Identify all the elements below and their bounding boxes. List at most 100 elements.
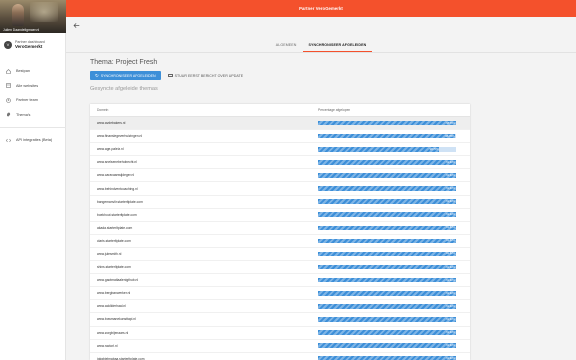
domain-cell: www.behindventcoaching.nl [97, 186, 138, 191]
person-icon [6, 97, 11, 103]
profile-photo[interactable]: Julien Daandeligmaer.nl [0, 0, 66, 33]
section-title: Gesyncte afgeleide themas [90, 86, 158, 92]
progress-label: 91.32% [446, 331, 455, 335]
table-row[interactable]: shins.starterltplate.com 91.32% [90, 261, 470, 275]
progress-bar: 91.32% [318, 264, 456, 270]
domain-cell: claris.starterltplate.com [97, 238, 131, 243]
domain-cell: www.avdebakers.nl [97, 121, 126, 126]
tab-algemeen[interactable]: ALGEMEEN [270, 40, 303, 52]
progress-bar: 91.32% [318, 238, 456, 244]
progress-bar: 91.32% [318, 173, 456, 178]
column-header-domain: Domein [97, 108, 109, 112]
palette-icon [6, 112, 11, 117]
progress-bar: 98.76% [318, 146, 456, 152]
table-row[interactable]: claris.starterltplate.com 91.32% [90, 235, 470, 248]
domain-cell: www.gaotmatlaalenigthub.nl [97, 278, 139, 283]
sidebar-item-label: Bestpan [16, 69, 30, 74]
table-row[interactable]: igkgbjelmabaa.starterltplate.com 91.32% [90, 353, 470, 360]
table-row[interactable]: www.zorgbijenaars.nl 91.32% [90, 327, 470, 340]
progress-bar: 91.32% [318, 317, 456, 322]
domain-cell: www.snelsenebehobecht.nl [97, 160, 137, 165]
code-icon [6, 138, 11, 143]
mail-icon [167, 73, 173, 78]
table-row[interactable]: www.caravaanwijdeger.nl 91.32% [90, 169, 470, 183]
progress-label: 91.32% [446, 317, 455, 321]
tab-synchroniseer[interactable]: SYNCHRONISEER AFGELEIDEN [302, 40, 373, 52]
sync-button-label: SYNCHRONISEER AFGELEIDEN [100, 73, 156, 78]
table-row[interactable]: www.bergbanwerker.nl 91.32% [90, 287, 470, 301]
table-row[interactable]: www.bowmanekunsttapi.nl 91.32% [90, 313, 470, 327]
table-row[interactable]: www.avdebakers.nl 98.76% [90, 117, 470, 131]
progress-bar: 91.32% [318, 277, 456, 283]
profile-name: Julien Daandeligmaer.nl [3, 28, 40, 32]
sidebar-item-themas[interactable]: Thema's [0, 108, 66, 123]
table-header: Domein Percentage afgelopen [90, 104, 470, 117]
profile-photo-glow [30, 2, 58, 22]
subheader [66, 17, 576, 37]
progress-label: 98.76% [429, 147, 439, 151]
home-icon [6, 68, 11, 74]
domain-cell: boekhout.starterltplate.com [97, 212, 137, 217]
brand-name: VeroGemerkt [15, 44, 43, 49]
progress-label: 91.32% [446, 239, 455, 243]
table-row[interactable]: www.age-paleiz.nl 98.76% [90, 143, 470, 157]
profile-photo-figure [12, 4, 24, 26]
domain-cell: akada.starterltplate.com [97, 225, 133, 230]
table-body: www.avdebakers.nl 98.76% www.finanslegever… [90, 117, 470, 360]
brand-logo-icon: V [4, 40, 12, 49]
sidebar-nav: Bestpan Alle websites Partner team Thema… [0, 64, 66, 148]
progress-label: 91.32% [446, 226, 455, 230]
progress-label: 91.32% [446, 291, 455, 295]
domain-cell: www.zorgbijenaars.nl [97, 330, 129, 335]
progress-bar: 91.32% [318, 199, 456, 204]
progress-bar: 91.32% [318, 251, 456, 257]
sidebar-item-partner-team[interactable]: Partner team [0, 93, 66, 108]
progress-label: 91.32% [446, 187, 455, 191]
app-title: Partner VeroGemerkt [299, 6, 343, 11]
progress-bar: 98.76% [318, 120, 456, 126]
progress-label: 98.76% [445, 134, 455, 138]
sidebar-item-bestpan[interactable]: Bestpan [0, 64, 66, 79]
progress-label: 91.32% [446, 160, 455, 164]
table-row[interactable]: www.ackllderhaal.nl 91.32% [90, 300, 470, 314]
domain-cell: www.bowmanekunsttapi.nl [97, 317, 136, 322]
table-row[interactable]: boekhout.starterltplate.com 91.32% [90, 209, 470, 222]
sidebar-item-websites[interactable]: Alle websites [0, 79, 66, 94]
table-row[interactable]: bangemanvlir.starterltplate.com 91.32% [90, 196, 470, 209]
table-row[interactable]: www.snelsenebehobecht.nl 91.32% [90, 156, 470, 170]
domain-cell: shins.starterltplate.com [97, 265, 131, 270]
domain-cell: www.finanslegeverhuizingen.nl [97, 134, 143, 139]
send-update-button[interactable]: STUUR EERST BERICHT OVER UPDATE [167, 73, 244, 78]
progress-label: 98.76% [446, 121, 455, 125]
progress-bar: 91.32% [318, 356, 456, 360]
progress-label: 91.32% [446, 213, 455, 217]
table-row[interactable]: akada.starterltplate.com 91.32% [90, 222, 470, 235]
domain-cell: www.julesmith.nl [97, 251, 122, 256]
progress-bar: 91.32% [318, 290, 456, 296]
progress-bar: 91.32% [318, 343, 456, 348]
sidebar-item-api[interactable]: API integraties (Beta) [0, 133, 66, 148]
progress-bar: 91.32% [318, 186, 456, 191]
table-row[interactable]: www.gaotmatlaalenigthub.nl 91.32% [90, 274, 470, 288]
tabs-divider [66, 52, 576, 53]
sidebar-item-label: Partner team [16, 98, 38, 103]
table-row[interactable]: www.julesmith.nl 91.32% [90, 248, 470, 262]
progress-label: 91.32% [446, 173, 455, 177]
table-row[interactable]: www.ractorl.nl 91.32% [90, 340, 470, 353]
sidebar-item-label: API integraties (Beta) [16, 138, 53, 143]
send-update-label: STUUR EERST BERICHT OVER UPDATE [174, 73, 244, 78]
table-row[interactable]: www.behindventcoaching.nl 91.32% [90, 182, 470, 196]
brand: V Partner dashboard VeroGemerkt [4, 40, 45, 49]
action-bar: ↻ SYNCHRONISEER AFGELEIDEN STUUR EERST B… [90, 71, 470, 80]
sidebar-item-label: Thema's [16, 112, 31, 117]
domain-cell: www.age-paleiz.nl [97, 147, 124, 152]
table-row[interactable]: www.finanslegeverhuizingen.nl 98.76% [90, 130, 470, 144]
grid-icon [6, 83, 11, 89]
progress-bar: 91.32% [318, 212, 456, 217]
progress-bar: 91.32% [318, 225, 456, 231]
progress-bar: 91.32% [318, 304, 456, 309]
sync-button[interactable]: ↻ SYNCHRONISEER AFGELEIDEN [90, 71, 161, 80]
back-arrow-icon[interactable] [72, 21, 80, 29]
progress-label: 91.32% [446, 304, 455, 308]
progress-label: 91.32% [446, 344, 455, 348]
